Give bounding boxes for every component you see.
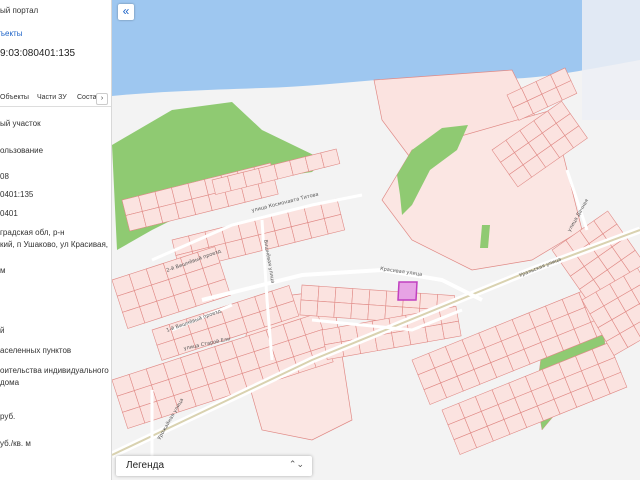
legend-label: Легенда [126, 460, 165, 471]
portal-title: ый портал [0, 6, 39, 15]
land-parcel[interactable] [333, 302, 353, 319]
tab-composition[interactable]: Соста [77, 94, 96, 101]
land-parcel[interactable] [300, 284, 320, 302]
info-panel: ый портал ъекты 9:03:080401:135 Объекты … [0, 0, 112, 480]
land-parcel[interactable] [316, 300, 336, 318]
field-address-1: градская обл, р-н [0, 228, 65, 237]
tab-objects[interactable]: Объекты [0, 94, 29, 101]
field-type: ый участок [0, 119, 41, 128]
land-parcel[interactable] [367, 304, 387, 322]
land-parcel[interactable] [350, 303, 370, 320]
selected-parcel[interactable] [397, 281, 418, 301]
tabs-scroll-button[interactable]: › [96, 93, 108, 105]
land-parcel[interactable] [299, 299, 319, 317]
field-usage: ользование [0, 146, 44, 155]
coverage-edge [582, 0, 640, 120]
field-permitted-use-2: дома [0, 378, 20, 387]
field-quarter: 0401 [0, 209, 18, 218]
field-status: й [0, 326, 5, 335]
chevron-updown-icon: ⌃⌄ [288, 459, 304, 469]
field-area: м [0, 266, 6, 275]
legend-dropdown[interactable]: Легенда ⌃⌄ [116, 456, 312, 476]
field-number: 0401:135 [0, 190, 34, 199]
land-parcel[interactable] [351, 288, 371, 306]
map-canvas[interactable]: улица Космонавта Титова 2-й Вишнёвый про… [112, 0, 640, 480]
objects-link[interactable]: ъекты [0, 29, 22, 38]
cadastral-number: 9:03:080401:135 [0, 48, 76, 59]
field-permitted-use-1: оительства индивидуального [0, 366, 109, 375]
land-parcel[interactable] [441, 320, 462, 340]
land-parcel[interactable] [391, 329, 412, 349]
land-parcel[interactable] [334, 287, 354, 304]
collapse-panel-button[interactable]: « [118, 4, 134, 20]
field-address-2: кий, п Ушаково, ул Красивая, [0, 240, 109, 249]
field-unit-value: уб./кв. м [0, 439, 31, 448]
panel-tabs: Объекты Части ЗУ Соста › [0, 90, 111, 107]
land-parcel[interactable] [424, 323, 445, 343]
cadastral-map[interactable]: улица Космонавта Титова 2-й Вишнёвый про… [112, 0, 640, 480]
field-category: аселенных пунктов [0, 346, 72, 355]
field-date: 08 [0, 172, 9, 181]
land-parcel[interactable] [368, 289, 388, 307]
land-parcel[interactable] [317, 285, 337, 303]
field-cadastral-value: руб. [0, 412, 16, 421]
tab-parts[interactable]: Части ЗУ [37, 94, 67, 101]
